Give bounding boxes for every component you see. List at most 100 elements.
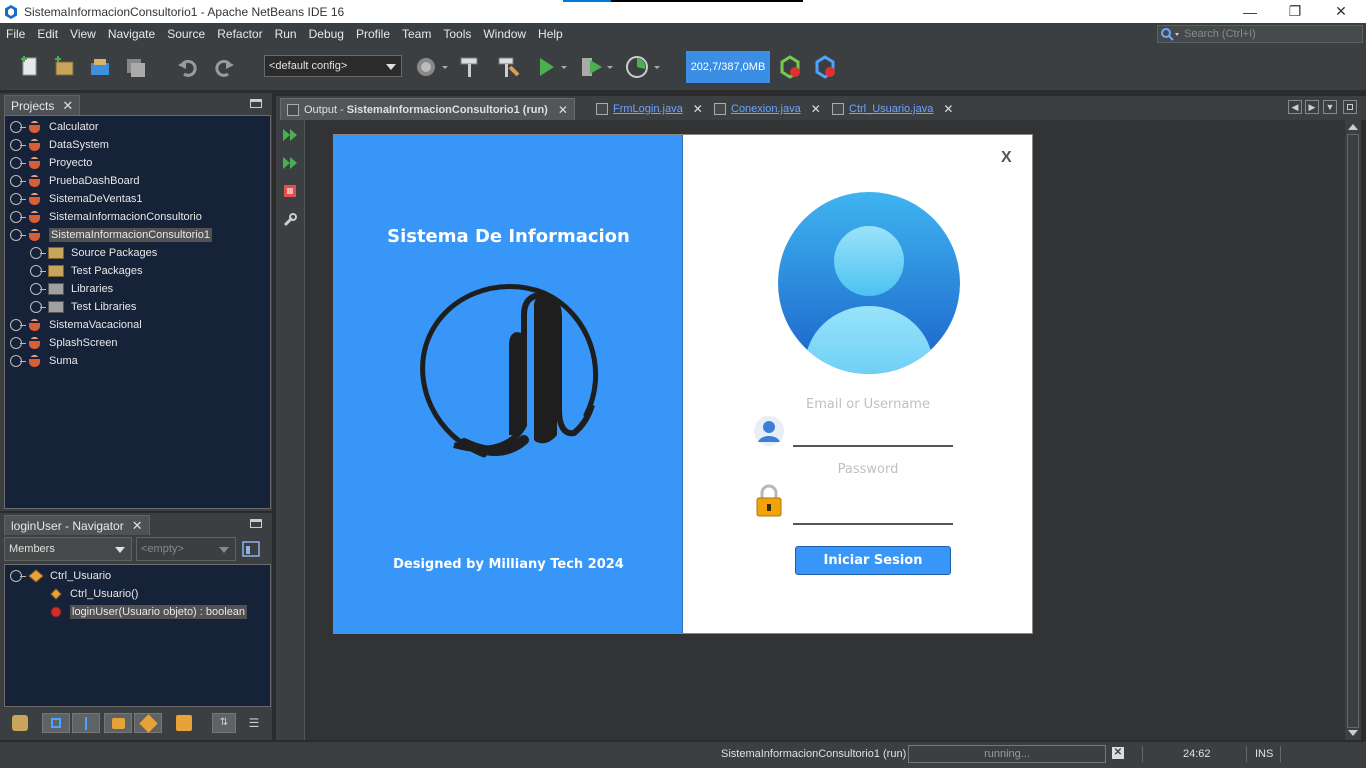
expand-toggle-icon[interactable] [10, 139, 26, 151]
close-icon[interactable]: ✕ [62, 98, 73, 114]
menu-file[interactable]: File [0, 27, 31, 41]
expand-toggle-icon[interactable] [10, 211, 26, 223]
expand-toggle-icon[interactable] [30, 265, 46, 277]
collapse-toggle-icon[interactable] [10, 570, 26, 582]
scroll-tabs-left-icon[interactable]: ◀ [1288, 100, 1302, 114]
insert-mode[interactable]: INS [1255, 748, 1273, 760]
inherited-members-icon[interactable] [12, 715, 28, 731]
menu-run[interactable]: Run [269, 27, 303, 41]
menu-profile[interactable]: Profile [350, 27, 396, 41]
rerun-with-params-icon[interactable] [282, 156, 298, 170]
tab-ctrl-usuario[interactable]: Ctrl_Usuario.java ✕ [826, 98, 959, 120]
menu-debug[interactable]: Debug [303, 27, 350, 41]
profiler-snapshot-icon[interactable] [813, 55, 837, 79]
tree-item-sistemainformacionconsultorio1[interactable]: SistemaInformacionConsultorio1 [10, 226, 212, 244]
scroll-down-icon[interactable] [1348, 730, 1358, 736]
scroll-up-icon[interactable] [1348, 124, 1358, 130]
expand-toggle-icon[interactable] [30, 247, 46, 259]
expand-toggle-icon[interactable] [10, 355, 26, 367]
menu-source[interactable]: Source [161, 27, 211, 41]
email-field[interactable] [793, 445, 953, 447]
open-project-icon[interactable] [88, 55, 112, 79]
members-filter-dropdown[interactable]: Members [4, 537, 132, 561]
fully-qualified-names-icon[interactable] [176, 715, 192, 731]
expand-toggle-icon[interactable] [10, 121, 26, 133]
progress-indicator[interactable]: running... [908, 745, 1106, 763]
tree-item-libraries[interactable]: Libraries [30, 280, 113, 298]
clean-build-icon[interactable] [496, 55, 520, 79]
save-all-icon[interactable] [124, 55, 148, 79]
show-opened-documents-icon[interactable]: ▼ [1323, 100, 1337, 114]
close-icon[interactable]: ✕ [811, 102, 821, 116]
tree-item-calculator[interactable]: Calculator [10, 118, 99, 136]
config-dropdown[interactable]: <default config> [264, 55, 402, 77]
menu-refactor[interactable]: Refactor [211, 27, 268, 41]
minimize-button[interactable]: — [1227, 0, 1273, 23]
close-icon[interactable]: ✕ [132, 518, 143, 534]
show-static-toggle[interactable] [72, 713, 100, 733]
expand-toggle-icon[interactable] [10, 157, 26, 169]
menu-tools[interactable]: Tools [437, 27, 477, 41]
browser-icon[interactable] [414, 55, 450, 79]
tree-item-proyecto[interactable]: Proyecto [10, 154, 92, 172]
tree-item-suma[interactable]: Suma [10, 352, 78, 370]
tree-item-source-packages[interactable]: Source Packages [30, 244, 157, 262]
expand-toggle-icon[interactable] [10, 193, 26, 205]
nav-item-constructor[interactable]: Ctrl_Usuario() [50, 585, 138, 603]
tab-conexion[interactable]: Conexion.java ✕ [708, 98, 827, 120]
show-non-public-toggle[interactable] [104, 713, 132, 733]
tree-item-splashscreen[interactable]: SplashScreen [10, 334, 118, 352]
tree-item-test-packages[interactable]: Test Packages [30, 262, 143, 280]
build-hammer-icon[interactable] [458, 55, 482, 79]
login-button[interactable]: Iniciar Sesion [795, 546, 951, 575]
sort-by-name-icon[interactable]: ⇅ [212, 713, 236, 733]
gc-icon[interactable] [778, 55, 802, 79]
expand-toggle-icon[interactable] [10, 337, 26, 349]
navigator-options-icon[interactable] [242, 541, 260, 557]
menu-help[interactable]: Help [532, 27, 569, 41]
expand-toggle-icon[interactable] [10, 319, 26, 331]
password-field[interactable] [793, 523, 953, 525]
tree-item-pruebadashboard[interactable]: PruebaDashBoard [10, 172, 140, 190]
run-project-icon[interactable] [536, 55, 570, 79]
close-icon[interactable]: ✕ [693, 102, 703, 116]
undo-icon[interactable] [176, 55, 200, 79]
login-close-button[interactable]: X [1001, 149, 1012, 167]
new-file-icon[interactable] [18, 55, 42, 79]
sort-by-source-icon[interactable]: ☰ [244, 713, 264, 733]
restore-button[interactable]: ❐ [1272, 0, 1318, 23]
menu-edit[interactable]: Edit [31, 27, 64, 41]
tab-output[interactable]: Output - SistemaInformacionConsultorio1 … [280, 98, 575, 120]
scrollbar-track[interactable] [1347, 134, 1359, 728]
nav-item-method[interactable]: loginUser(Usuario objeto) : boolean [50, 603, 248, 621]
expand-toggle-icon[interactable] [30, 301, 46, 313]
show-inner-classes-toggle[interactable] [134, 713, 162, 733]
navigator-tab[interactable]: loginUser - Navigator ✕ [4, 515, 150, 535]
menu-team[interactable]: Team [396, 27, 437, 41]
nav-item-class[interactable]: Ctrl_Usuario [10, 567, 111, 585]
tree-item-datasystem[interactable]: DataSystem [10, 136, 109, 154]
settings-wrench-icon[interactable] [282, 212, 298, 228]
tree-item-sistemainformacionconsultorio[interactable]: SistemaInformacionConsultorio [10, 208, 202, 226]
type-filter-dropdown[interactable]: <empty> [136, 537, 236, 561]
debug-project-icon[interactable] [580, 55, 616, 79]
search-input[interactable]: Search (Ctrl+I) [1157, 25, 1363, 43]
expand-toggle-icon[interactable] [30, 283, 46, 295]
stop-icon[interactable] [283, 184, 297, 198]
tab-frmlogin[interactable]: FrmLogin.java ✕ [590, 98, 709, 120]
output-scrollbar[interactable] [1345, 120, 1361, 740]
menu-navigate[interactable]: Navigate [102, 27, 161, 41]
minimize-panel-icon[interactable] [250, 99, 262, 108]
minimize-panel-icon[interactable] [250, 519, 262, 528]
menu-window[interactable]: Window [477, 27, 532, 41]
cancel-task-icon[interactable]: ✕ [1112, 747, 1124, 759]
menu-view[interactable]: View [64, 27, 102, 41]
close-window-button[interactable]: ✕ [1318, 0, 1364, 23]
redo-icon[interactable] [212, 55, 236, 79]
collapse-toggle-icon[interactable] [10, 229, 26, 241]
new-project-icon[interactable] [52, 55, 76, 79]
close-icon[interactable]: ✕ [558, 103, 568, 117]
show-fields-toggle[interactable] [42, 713, 70, 733]
profile-project-icon[interactable] [625, 55, 663, 79]
maximize-window-icon[interactable] [1343, 100, 1357, 114]
